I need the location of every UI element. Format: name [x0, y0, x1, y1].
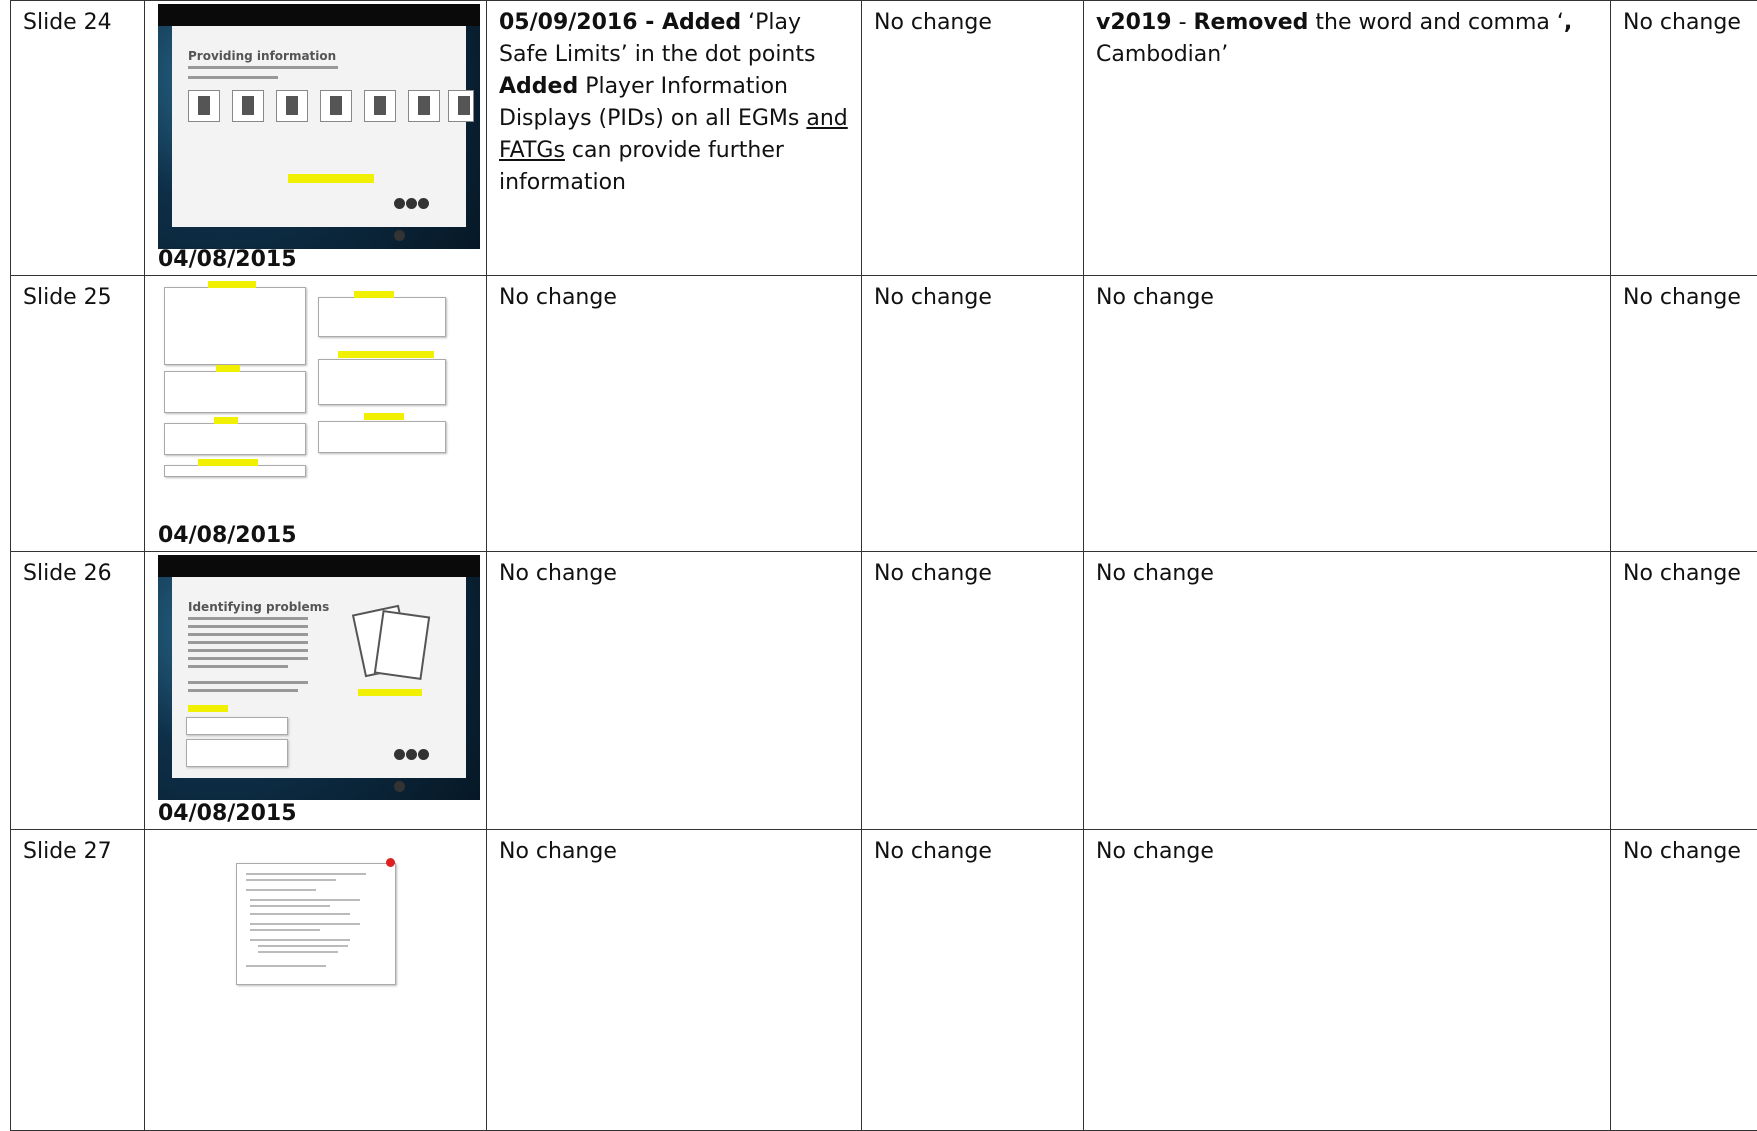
thumbnail-cell: 04/08/2015 [145, 276, 487, 552]
change-cell: No change [1084, 276, 1611, 552]
change-cell: 05/09/2016 - Added ‘Play Safe Limits’ in… [487, 1, 862, 276]
change-text: No change [1084, 830, 1610, 868]
change-cell: No change [862, 830, 1084, 1131]
change-log-table: Slide 24 Providing information [10, 0, 1757, 1131]
text-fragment: v2019 [1096, 10, 1172, 35]
change-text: No change [862, 1, 1083, 39]
change-text: No change [487, 830, 861, 868]
slide-label: Slide 27 [11, 830, 144, 868]
text-fragment: No change [499, 285, 617, 310]
change-text: No change [1611, 552, 1757, 590]
slide-thumbnail: Providing information [158, 4, 480, 249]
text-fragment: No change [499, 839, 617, 864]
slide-label: Slide 26 [11, 552, 144, 590]
text-fragment: Cambodian’ [1096, 42, 1228, 67]
change-cell: No change [487, 830, 862, 1131]
change-text: No change [1611, 830, 1757, 868]
thumbnail-cell: Identifying problems [145, 552, 487, 830]
change-cell: No change [1084, 552, 1611, 830]
slide-thumbnail: Identifying problems [158, 555, 480, 800]
table-row: Slide 25 04/08/2015 No change No cha [11, 276, 1757, 552]
text-fragment: No change [1096, 839, 1214, 864]
change-cell: No change [862, 552, 1084, 830]
slide-cell: Slide 24 [11, 1, 145, 276]
text-fragment: - [1172, 10, 1194, 35]
text-fragment: No change [499, 561, 617, 586]
change-cell: No change [1611, 552, 1757, 830]
change-text: v2019 - Removed the word and comma ‘, Ca… [1084, 1, 1610, 71]
slide-cell: Slide 25 [11, 276, 145, 552]
change-text: No change [1611, 276, 1757, 314]
table-row: Slide 27 No change No change No change [11, 830, 1757, 1131]
change-text: No change [1084, 276, 1610, 314]
change-text: No change [1611, 1, 1757, 39]
change-text: No change [1084, 552, 1610, 590]
change-text: No change [487, 552, 861, 590]
text-fragment: the word and comma ‘ [1308, 10, 1563, 35]
thumbnail-date: 04/08/2015 [158, 247, 297, 273]
text-fragment: No change [1096, 561, 1214, 586]
change-cell: No change [862, 276, 1084, 552]
change-cell: No change [1611, 276, 1757, 552]
table-row: Slide 26 Identifying problems [11, 552, 1757, 830]
slide-label: Slide 24 [11, 1, 144, 39]
slide-thumbnail [158, 279, 480, 524]
text-fragment: No change [1096, 285, 1214, 310]
change-cell: No change [487, 552, 862, 830]
change-cell: No change [862, 1, 1084, 276]
slide-thumbnail [158, 833, 480, 1063]
change-text: No change [862, 830, 1083, 868]
change-text: No change [487, 276, 861, 314]
text-fragment: 05/09/2016 - Added [499, 10, 741, 35]
text-fragment: Added [499, 74, 578, 99]
change-cell: No change [1611, 1, 1757, 276]
thumbnail-cell: Providing information 04/08/2015 [145, 1, 487, 276]
slide-cell: Slide 27 [11, 830, 145, 1131]
change-text: No change [862, 276, 1083, 314]
change-text: No change [862, 552, 1083, 590]
change-cell: No change [487, 276, 862, 552]
thumbnail-date: 04/08/2015 [158, 801, 297, 827]
text-fragment: Removed [1194, 10, 1309, 35]
text-fragment: , [1564, 10, 1572, 35]
thumbnail-cell [145, 830, 487, 1131]
change-cell: No change [1611, 830, 1757, 1131]
slide-label: Slide 25 [11, 276, 144, 314]
change-cell: No change [1084, 830, 1611, 1131]
slide-cell: Slide 26 [11, 552, 145, 830]
change-cell: v2019 - Removed the word and comma ‘, Ca… [1084, 1, 1611, 276]
table-row: Slide 24 Providing information [11, 1, 1757, 276]
change-text: 05/09/2016 - Added ‘Play Safe Limits’ in… [487, 1, 861, 199]
thumbnail-date: 04/08/2015 [158, 523, 297, 549]
